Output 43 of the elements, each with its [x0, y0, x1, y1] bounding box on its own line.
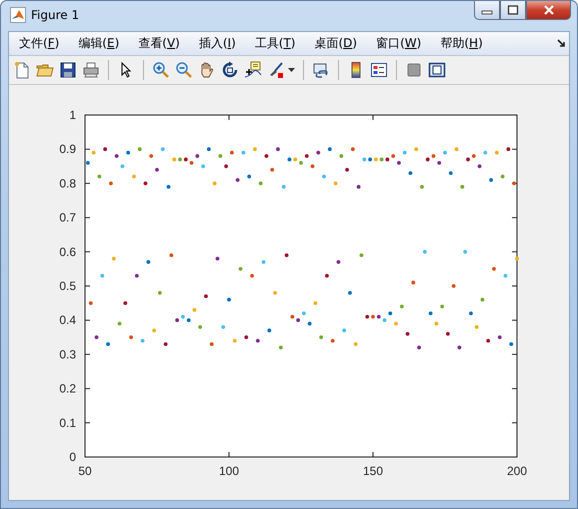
menu-item[interactable]: 编辑(E)	[73, 33, 124, 54]
zoom-in-icon[interactable]	[152, 61, 170, 79]
menu-item[interactable]: 文件(F)	[14, 33, 64, 54]
tick-label: 200	[506, 464, 528, 478]
maximize-button[interactable]	[500, 1, 526, 20]
tick-label: 100	[218, 464, 240, 478]
tick-label: 50	[78, 464, 92, 478]
plot-tools-icon[interactable]	[428, 61, 446, 79]
close-button[interactable]	[526, 1, 571, 20]
link-icon[interactable]	[312, 61, 330, 79]
square-icon[interactable]	[405, 61, 423, 79]
menu-item[interactable]: 帮助(H)	[435, 33, 488, 54]
tick-label: 0.5	[59, 279, 76, 293]
menu-item[interactable]: 插入(I)	[194, 33, 241, 54]
new-file-icon[interactable]	[13, 61, 31, 79]
window-title: Figure 1	[31, 7, 80, 23]
dock-arrow-icon[interactable]	[557, 39, 566, 48]
tick-label: 0.1	[59, 416, 76, 430]
zoom-out-icon[interactable]	[175, 61, 193, 79]
print-icon[interactable]	[82, 61, 100, 79]
caret-icon[interactable]	[288, 68, 295, 72]
close-icon	[542, 5, 554, 15]
save-icon[interactable]	[59, 61, 77, 79]
menu-item[interactable]: 桌面(D)	[309, 33, 362, 54]
minimize-button[interactable]	[474, 1, 500, 20]
tick-label: 0.9	[59, 142, 76, 156]
tick-label: 0.4	[59, 313, 76, 328]
matlab-logo-icon	[10, 7, 26, 23]
maximize-icon	[507, 5, 519, 15]
rotate-icon[interactable]	[221, 61, 239, 79]
tick-label: 0.8	[59, 176, 76, 190]
menu-item[interactable]: 工具(T)	[250, 33, 300, 54]
tick-label: 1	[69, 108, 76, 122]
tick-label: 0.7	[59, 210, 76, 225]
tick-label: 0.6	[59, 244, 76, 259]
menu-item[interactable]: 窗口(W)	[371, 33, 426, 54]
menu-item[interactable]: 查看(V)	[133, 33, 185, 54]
tick-label: 0.3	[59, 347, 76, 362]
tick-label: 0.2	[59, 382, 76, 396]
data-cursor-icon[interactable]	[244, 61, 262, 79]
legend-icon[interactable]	[370, 61, 388, 79]
tick-label: 150	[362, 464, 384, 478]
tick-label: 0	[69, 450, 76, 464]
